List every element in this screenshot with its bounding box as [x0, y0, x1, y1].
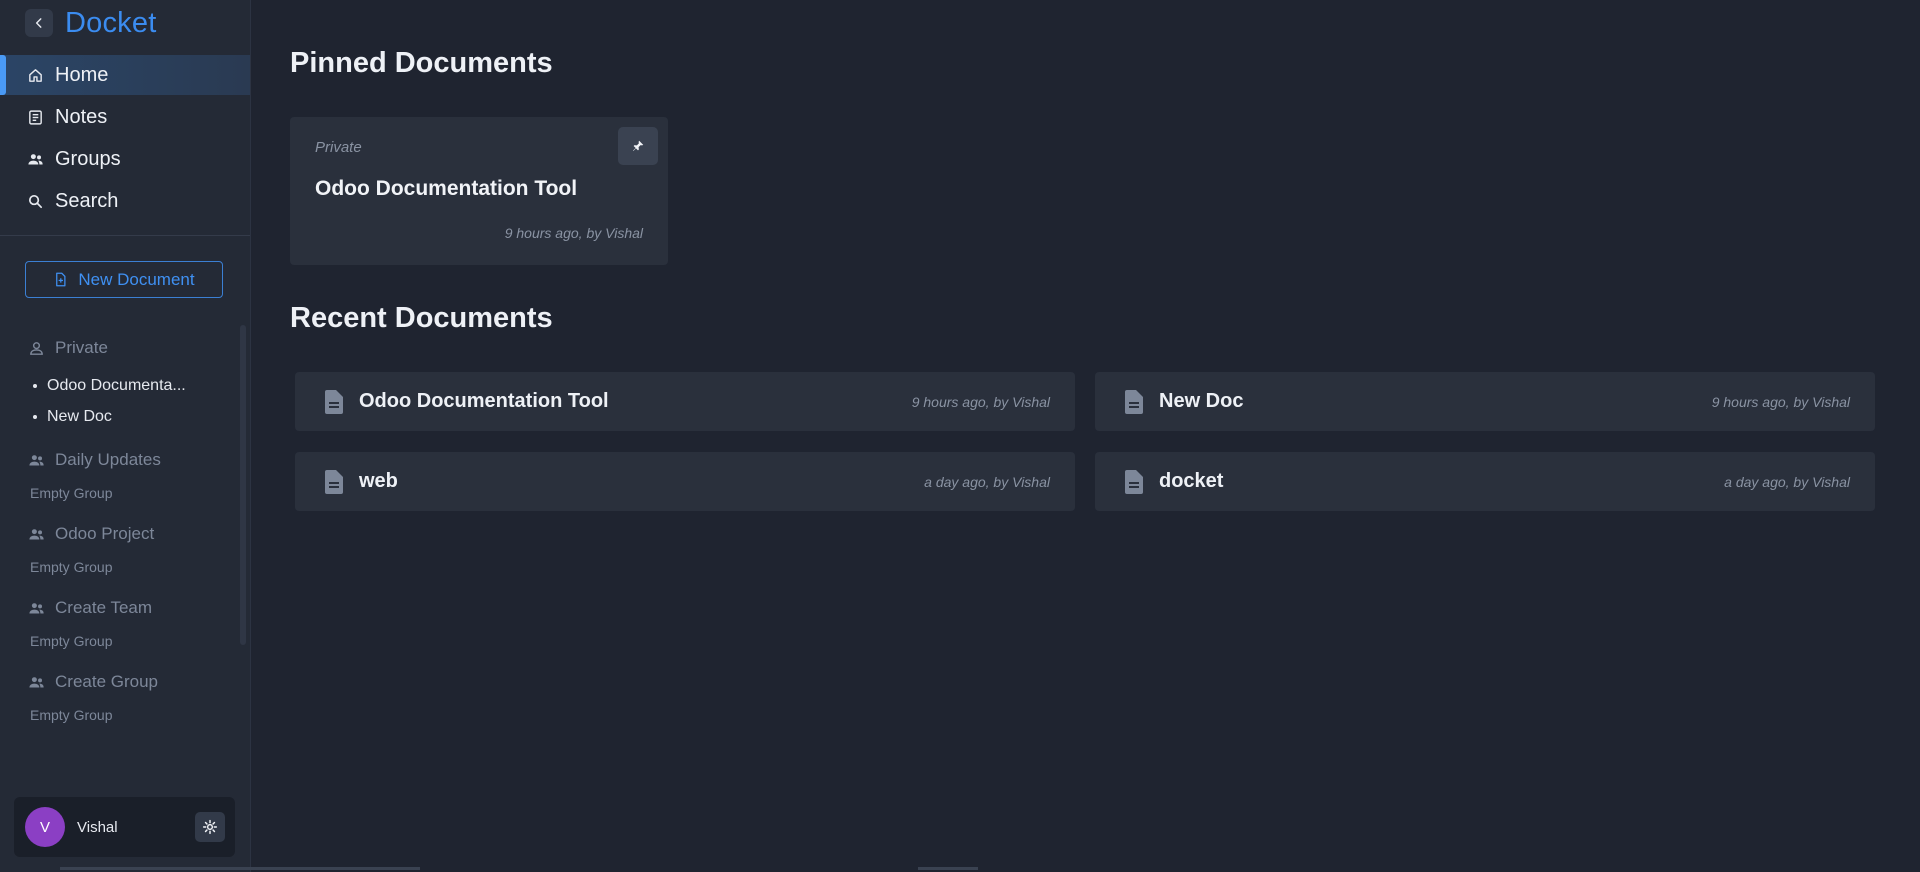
nav-item-label: Groups — [55, 147, 121, 170]
document-title: Odoo Documentation Tool — [359, 390, 609, 412]
bullet-icon — [33, 383, 37, 388]
horizontal-scrollbar-thumb[interactable] — [918, 867, 978, 870]
empty-group-note: Empty Group — [30, 633, 113, 649]
person-icon — [27, 339, 47, 357]
tree-group-label: Private — [55, 338, 108, 357]
pinned-heading: Pinned Documents — [290, 47, 553, 79]
groups-icon — [27, 599, 47, 617]
settings-button[interactable] — [195, 812, 225, 842]
search-icon — [25, 191, 45, 211]
gear-icon — [202, 819, 218, 835]
home-icon — [25, 65, 45, 85]
document-icon — [1125, 389, 1147, 414]
sidebar-scrollbar[interactable] — [240, 325, 246, 645]
tree-group-create-team[interactable]: Create Team — [0, 590, 240, 626]
tree-group-label: Create Group — [55, 672, 158, 691]
document-meta: 9 hours ago, by Vishal — [504, 225, 643, 241]
collapse-sidebar-button[interactable] — [25, 9, 53, 37]
tree-doc-item[interactable]: Odoo Documenta... — [0, 370, 240, 401]
tree-group-odoo-project[interactable]: Odoo Project — [0, 516, 240, 552]
tree-doc-item[interactable]: New Doc — [0, 401, 240, 432]
tree-group-private[interactable]: Private — [0, 330, 240, 366]
sidebar-divider — [0, 235, 250, 236]
sidebar: Docket Home Notes Groups Search New Docu… — [0, 0, 251, 872]
new-document-label: New Document — [78, 269, 195, 289]
unpin-button[interactable] — [618, 127, 658, 165]
file-plus-icon — [56, 272, 66, 287]
nav-item-home[interactable]: Home — [0, 55, 250, 95]
recent-heading: Recent Documents — [290, 302, 553, 334]
new-document-button[interactable]: New Document — [25, 261, 223, 298]
document-title: web — [359, 470, 398, 492]
document-title: docket — [1159, 470, 1224, 492]
tree-group-label: Daily Updates — [55, 450, 161, 469]
user-card: V Vishal — [14, 797, 235, 857]
recent-document-card[interactable]: New Doc 9 hours ago, by Vishal — [1095, 372, 1875, 431]
tree-doc-label: Odoo Documenta... — [47, 376, 186, 394]
nav-item-label: Notes — [55, 105, 108, 128]
app-title: Docket — [65, 6, 157, 39]
document-icon — [325, 469, 347, 494]
groups-icon — [27, 673, 47, 691]
document-meta: 9 hours ago, by Vishal — [1711, 393, 1850, 410]
recent-document-card[interactable]: web a day ago, by Vishal — [295, 452, 1075, 511]
groups-icon — [27, 451, 47, 469]
nav-item-label: Search — [55, 189, 119, 212]
tree-group-label: Create Team — [55, 598, 153, 617]
nav-item-groups[interactable]: Groups — [0, 139, 250, 179]
document-icon — [1125, 469, 1147, 494]
avatar[interactable]: V — [25, 807, 65, 847]
groups-icon — [25, 149, 45, 169]
main-nav: Home Notes Groups Search — [0, 55, 250, 223]
document-meta: a day ago, by Vishal — [1724, 473, 1850, 490]
tree-doc-label: New Doc — [47, 407, 112, 425]
empty-group-note: Empty Group — [30, 707, 113, 723]
notes-icon — [25, 107, 45, 127]
empty-group-note: Empty Group — [30, 485, 113, 501]
nav-item-notes[interactable]: Notes — [0, 97, 250, 137]
recent-document-card[interactable]: docket a day ago, by Vishal — [1095, 452, 1875, 511]
nav-item-search[interactable]: Search — [0, 181, 250, 221]
document-scope: Private — [315, 139, 362, 156]
recent-document-card[interactable]: Odoo Documentation Tool 9 hours ago, by … — [295, 372, 1075, 431]
tree-group-create-group[interactable]: Create Group — [0, 664, 240, 700]
document-icon — [325, 389, 347, 414]
brand-row: Docket — [25, 6, 157, 39]
pin-icon — [633, 140, 644, 151]
horizontal-scrollbar[interactable] — [60, 867, 420, 870]
tree-group-label: Odoo Project — [55, 524, 155, 543]
main-content: Pinned Documents Private Odoo Documentat… — [251, 0, 1920, 872]
bullet-icon — [33, 414, 37, 419]
tree-group-daily-updates[interactable]: Daily Updates — [0, 442, 240, 478]
document-meta: a day ago, by Vishal — [924, 473, 1050, 490]
document-title: Odoo Documentation Tool — [315, 177, 578, 200]
document-meta: 9 hours ago, by Vishal — [911, 393, 1050, 410]
document-title: New Doc — [1159, 390, 1244, 412]
user-name: Vishal — [77, 818, 118, 836]
groups-icon — [27, 525, 47, 543]
nav-item-label: Home — [55, 63, 109, 86]
chevron-left-icon — [35, 18, 42, 28]
document-tree: Private Odoo Documenta... New Doc Daily … — [0, 330, 240, 730]
pinned-document-card[interactable]: Private Odoo Documentation Tool 9 hours … — [290, 117, 668, 265]
empty-group-note: Empty Group — [30, 559, 113, 575]
